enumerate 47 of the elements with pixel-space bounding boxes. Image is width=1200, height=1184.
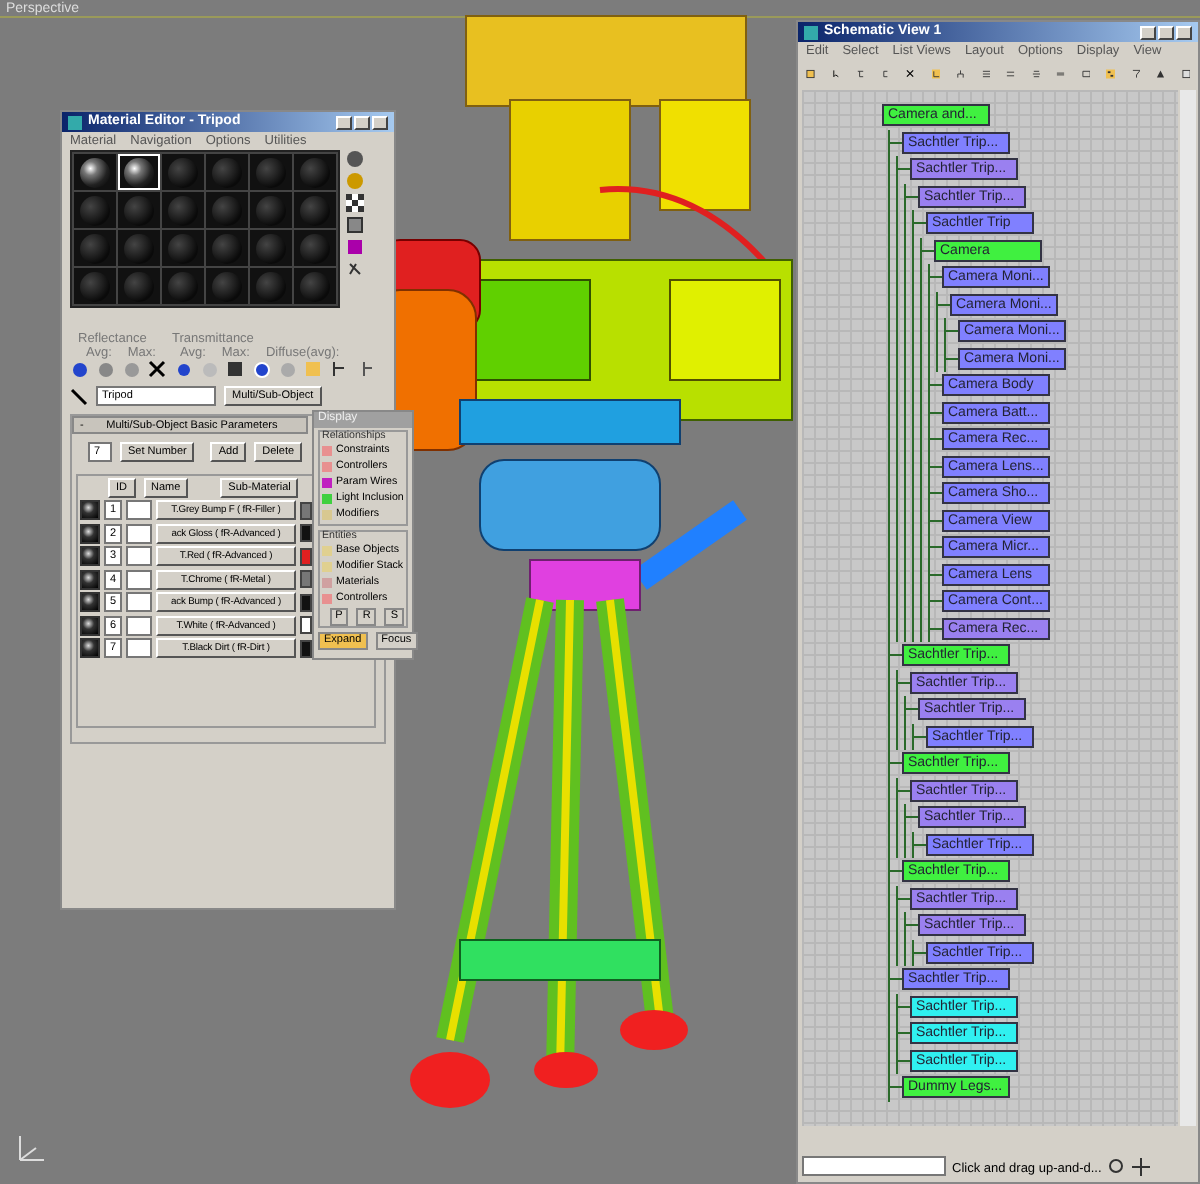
app-icon (804, 25, 818, 39)
color-swatch[interactable] (300, 501, 312, 520)
color-swatch[interactable] (300, 593, 312, 612)
color-swatch[interactable] (300, 570, 312, 589)
eyedropper-icon[interactable] (70, 387, 88, 406)
name-field[interactable] (126, 569, 152, 590)
vertical-scrollbar[interactable] (1180, 90, 1196, 1126)
maximize-button[interactable] (354, 115, 370, 129)
square-icon[interactable] (346, 216, 364, 234)
close-button[interactable] (372, 115, 388, 129)
hierarchy-icon[interactable] (931, 64, 940, 84)
color-swatch[interactable] (300, 547, 312, 566)
material-thumbnail[interactable] (80, 546, 100, 567)
name-field[interactable] (126, 638, 152, 659)
name-field[interactable] (802, 1156, 946, 1176)
sample-slot[interactable] (74, 154, 116, 190)
close-button[interactable] (1176, 25, 1192, 39)
zoom-icon[interactable] (1107, 1158, 1126, 1176)
material-thumbnail[interactable] (80, 500, 100, 521)
sample-slot[interactable] (118, 154, 160, 190)
material-thumbnail[interactable] (80, 569, 100, 590)
color-swatch[interactable] (300, 639, 312, 658)
material-thumbnail[interactable] (80, 615, 100, 636)
name-field[interactable] (126, 500, 152, 521)
material-thumbnail[interactable] (80, 592, 100, 613)
color-swatch[interactable] (300, 616, 312, 635)
maximize-button[interactable] (1158, 25, 1174, 39)
pan-icon[interactable] (1131, 1158, 1150, 1176)
cursor-icon[interactable] (831, 64, 840, 84)
name-field[interactable] (126, 615, 152, 636)
material-thumbnail[interactable] (80, 638, 100, 659)
window-icon[interactable] (1181, 64, 1190, 84)
triangle-icon[interactable] (1156, 64, 1165, 84)
name-field[interactable] (126, 592, 152, 613)
app-icon (68, 115, 82, 129)
hierarchy-icon[interactable] (956, 64, 965, 84)
name-field[interactable] (126, 546, 152, 567)
name-field[interactable] (126, 523, 152, 544)
circle-icon[interactable] (252, 360, 270, 379)
nodes-icon[interactable] (1106, 64, 1115, 84)
material-thumbnail[interactable] (80, 523, 100, 544)
cross-icon[interactable] (148, 360, 166, 379)
minimize-button[interactable] (1140, 25, 1156, 39)
checker-icon[interactable] (346, 194, 364, 212)
minimize-button[interactable] (336, 115, 352, 129)
square-icon[interactable] (806, 64, 815, 84)
color-swatch[interactable] (300, 524, 312, 543)
